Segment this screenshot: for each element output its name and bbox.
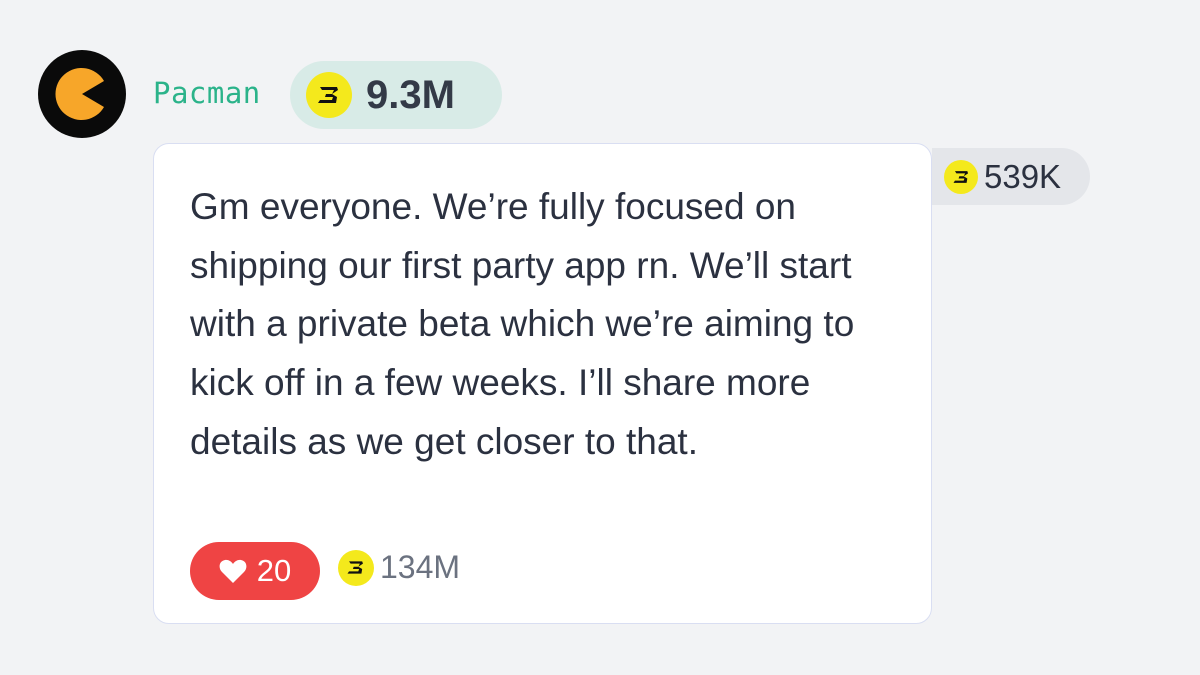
avatar[interactable] <box>38 50 126 138</box>
message-text: Gm everyone. We’re fully focused on ship… <box>190 186 855 462</box>
tip-badge[interactable]: 539K <box>932 148 1090 205</box>
pacman-icon <box>55 68 104 120</box>
username[interactable]: Pacman <box>153 76 261 110</box>
b-coin-icon <box>944 159 978 194</box>
total-tips-amount: 134M <box>380 549 461 585</box>
tip-badge-amount: 539K <box>984 157 1062 195</box>
user-balance-badge: 9.3M <box>290 61 502 129</box>
b-coin-icon <box>338 549 374 586</box>
user-balance-value: 9.3M <box>366 72 455 117</box>
b-coin-icon <box>306 72 352 118</box>
like-button[interactable]: 20 <box>190 542 320 600</box>
message-card: Gm everyone. We’re fully focused on ship… <box>153 143 932 624</box>
like-count: 20 <box>256 553 292 588</box>
heart-icon <box>219 559 247 583</box>
total-tips: 134M <box>338 549 460 586</box>
